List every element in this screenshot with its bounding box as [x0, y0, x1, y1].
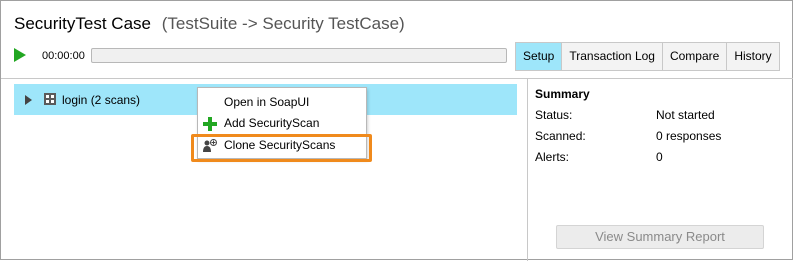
tab-bar: Setup Transaction Log Compare History — [515, 42, 780, 71]
progress-bar — [91, 48, 507, 63]
summary-value: 0 — [656, 150, 663, 164]
menu-item-label: Add SecurityScan — [224, 116, 320, 130]
summary-key: Status: — [535, 108, 573, 122]
menu-item-label: Clone SecurityScans — [224, 138, 336, 152]
page-subtitle: (TestSuite -> Security TestCase) — [161, 14, 405, 33]
test-step-icon — [44, 93, 56, 105]
tab-setup[interactable]: Setup — [516, 43, 563, 70]
menu-item-label: Open in SoapUI — [224, 95, 310, 109]
tab-transaction-log[interactable]: Transaction Log — [562, 43, 663, 70]
context-menu: Open in SoapUI Add SecurityScan Clone Se… — [197, 87, 367, 159]
summary-panel: Summary Status: Not started Scanned: 0 r… — [528, 79, 793, 261]
summary-value: 0 responses — [656, 129, 722, 143]
security-test-case-window: SecurityTest Case (TestSuite -> Security… — [0, 0, 793, 261]
elapsed-time: 00:00:00 — [42, 50, 85, 62]
menu-item-add-securityscan[interactable]: Add SecurityScan — [198, 113, 366, 134]
summary-value: Not started — [656, 108, 715, 122]
page-title: SecurityTest Case (TestSuite -> Security… — [14, 13, 405, 35]
expand-arrow-icon[interactable] — [25, 95, 32, 105]
page-title-text: SecurityTest Case — [14, 14, 151, 33]
summary-key: Scanned: — [535, 129, 586, 143]
menu-item-clone-securityscans[interactable]: Clone SecurityScans — [198, 135, 366, 156]
menu-item-open-in-soapui[interactable]: Open in SoapUI — [198, 92, 366, 113]
summary-row-scanned: Scanned: 0 responses — [535, 129, 785, 145]
summary-key: Alerts: — [535, 150, 570, 164]
plus-icon — [203, 117, 217, 131]
clone-icon — [203, 139, 217, 152]
summary-row-alerts: Alerts: 0 — [535, 150, 785, 166]
tab-history[interactable]: History — [727, 43, 778, 70]
tree-item-label: login (2 scans) — [62, 93, 141, 107]
summary-row-status: Status: Not started — [535, 108, 785, 124]
view-summary-report-button[interactable]: View Summary Report — [556, 225, 764, 249]
summary-title: Summary — [535, 87, 590, 101]
tab-compare[interactable]: Compare — [663, 43, 728, 70]
play-icon[interactable] — [14, 48, 26, 62]
